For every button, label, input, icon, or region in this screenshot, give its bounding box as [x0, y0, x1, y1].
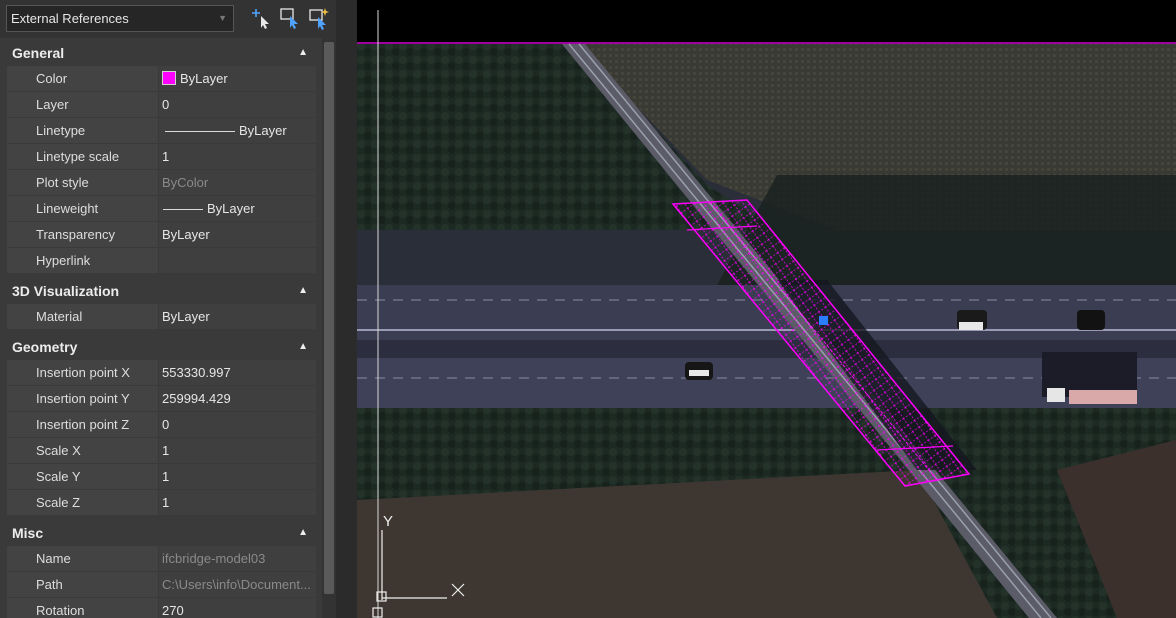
- color-value: ByLayer: [180, 71, 228, 86]
- property-label: Scale Z: [7, 490, 158, 515]
- property-label: Linetype scale: [7, 144, 158, 169]
- section-geometry[interactable]: Geometry ▲: [7, 334, 316, 360]
- section-title: Misc: [12, 525, 44, 541]
- property-value[interactable]: 270: [159, 598, 316, 618]
- properties-panel: External References ▼ General ▲ Color By…: [0, 0, 348, 618]
- property-value[interactable]: ByLayer: [159, 196, 316, 221]
- property-row-insertion-x[interactable]: Insertion point X 553330.997: [7, 360, 316, 386]
- collapse-icon: ▲: [298, 285, 308, 296]
- property-value[interactable]: 553330.997: [159, 360, 316, 385]
- property-label: Plot style: [7, 170, 158, 195]
- select-objects-icon[interactable]: [278, 6, 302, 30]
- truck-cab: [1047, 388, 1065, 402]
- property-row-scale-y[interactable]: Scale Y 1: [7, 464, 316, 490]
- property-value[interactable]: 1: [159, 464, 316, 489]
- property-row-insertion-y[interactable]: Insertion point Y 259994.429: [7, 386, 316, 412]
- property-row-layer[interactable]: Layer 0: [7, 92, 316, 118]
- property-label: Color: [7, 66, 158, 91]
- property-row-color[interactable]: Color ByLayer: [7, 66, 316, 92]
- section-3d-visualization[interactable]: 3D Visualization ▲: [7, 278, 316, 304]
- section-title: 3D Visualization: [12, 283, 120, 299]
- property-row-scale-z[interactable]: Scale Z 1: [7, 490, 316, 516]
- toggle-pickadd-icon[interactable]: [307, 6, 331, 30]
- property-label: Lineweight: [7, 196, 158, 221]
- property-row-insertion-z[interactable]: Insertion point Z 0: [7, 412, 316, 438]
- property-row-transparency[interactable]: Transparency ByLayer: [7, 222, 316, 248]
- property-value[interactable]: 259994.429: [159, 386, 316, 411]
- property-value[interactable]: 1: [159, 144, 316, 169]
- object-type-dropdown[interactable]: External References ▼: [6, 5, 234, 32]
- property-row-scale-x[interactable]: Scale X 1: [7, 438, 316, 464]
- property-label: Transparency: [7, 222, 158, 247]
- collapse-icon: ▲: [298, 527, 308, 538]
- object-type-value: External References: [11, 11, 129, 26]
- ucs-y-label: Y: [383, 513, 393, 530]
- property-value[interactable]: [159, 248, 316, 273]
- property-label: Insertion point Z: [7, 412, 158, 437]
- property-value: ifcbridge-model03: [159, 546, 316, 571]
- property-row-lineweight[interactable]: Lineweight ByLayer: [7, 196, 316, 222]
- property-row-linetype[interactable]: Linetype ByLayer: [7, 118, 316, 144]
- property-label: Scale X: [7, 438, 158, 463]
- insertion-grip: [819, 316, 828, 325]
- aerial-drawing-canvas[interactable]: Y: [357, 0, 1176, 618]
- drawing-viewport[interactable]: Y: [357, 0, 1176, 618]
- property-label: Layer: [7, 92, 158, 117]
- linetype-preview: [165, 131, 235, 133]
- property-row-rotation[interactable]: Rotation 270: [7, 598, 316, 618]
- property-label: Material: [7, 304, 158, 329]
- property-value[interactable]: 0: [159, 412, 316, 437]
- chevron-down-icon: ▼: [218, 13, 227, 23]
- vehicle: [959, 322, 983, 330]
- property-row-material[interactable]: Material ByLayer: [7, 304, 316, 330]
- section-title: General: [12, 45, 65, 61]
- properties-toolbar: External References ▼: [0, 0, 348, 38]
- property-value: ByColor: [159, 170, 316, 195]
- property-label: Scale Y: [7, 464, 158, 489]
- truck-trailer: [1069, 390, 1137, 404]
- section-misc[interactable]: Misc ▲: [7, 520, 316, 546]
- collapse-icon: ▲: [298, 47, 308, 58]
- property-value: C:\Users\info\Document...: [159, 572, 316, 597]
- property-row-name[interactable]: Name ifcbridge-model03: [7, 546, 316, 572]
- property-label: Hyperlink: [7, 248, 158, 273]
- panel-splitter[interactable]: [336, 0, 357, 618]
- linetype-value: ByLayer: [239, 123, 287, 138]
- property-label: Insertion point X: [7, 360, 158, 385]
- collapse-icon: ▲: [298, 341, 308, 352]
- lineweight-value: ByLayer: [207, 201, 255, 216]
- property-value[interactable]: ByLayer: [159, 66, 316, 91]
- scrollbar-thumb[interactable]: [324, 42, 334, 594]
- property-label: Insertion point Y: [7, 386, 158, 411]
- property-row-linetype-scale[interactable]: Linetype scale 1: [7, 144, 316, 170]
- property-row-plot-style[interactable]: Plot style ByColor: [7, 170, 316, 196]
- section-title: Geometry: [12, 339, 78, 355]
- property-value[interactable]: ByLayer: [159, 222, 316, 247]
- property-row-hyperlink[interactable]: Hyperlink: [7, 248, 316, 274]
- vehicle: [1077, 310, 1105, 330]
- color-swatch: [162, 71, 176, 85]
- property-label: Rotation: [7, 598, 158, 618]
- property-row-path[interactable]: Path C:\Users\info\Document...: [7, 572, 316, 598]
- property-label: Linetype: [7, 118, 158, 143]
- property-label: Path: [7, 572, 158, 597]
- property-value[interactable]: ByLayer: [159, 304, 316, 329]
- property-value[interactable]: 1: [159, 438, 316, 463]
- property-value[interactable]: ByLayer: [159, 118, 316, 143]
- property-value[interactable]: 1: [159, 490, 316, 515]
- section-general[interactable]: General ▲: [7, 40, 316, 66]
- quick-select-icon[interactable]: [250, 6, 274, 30]
- viewport-top-strip: [357, 0, 1176, 44]
- property-label: Name: [7, 546, 158, 571]
- lineweight-preview: [163, 209, 203, 211]
- vehicle: [689, 370, 709, 376]
- property-value[interactable]: 0: [159, 92, 316, 117]
